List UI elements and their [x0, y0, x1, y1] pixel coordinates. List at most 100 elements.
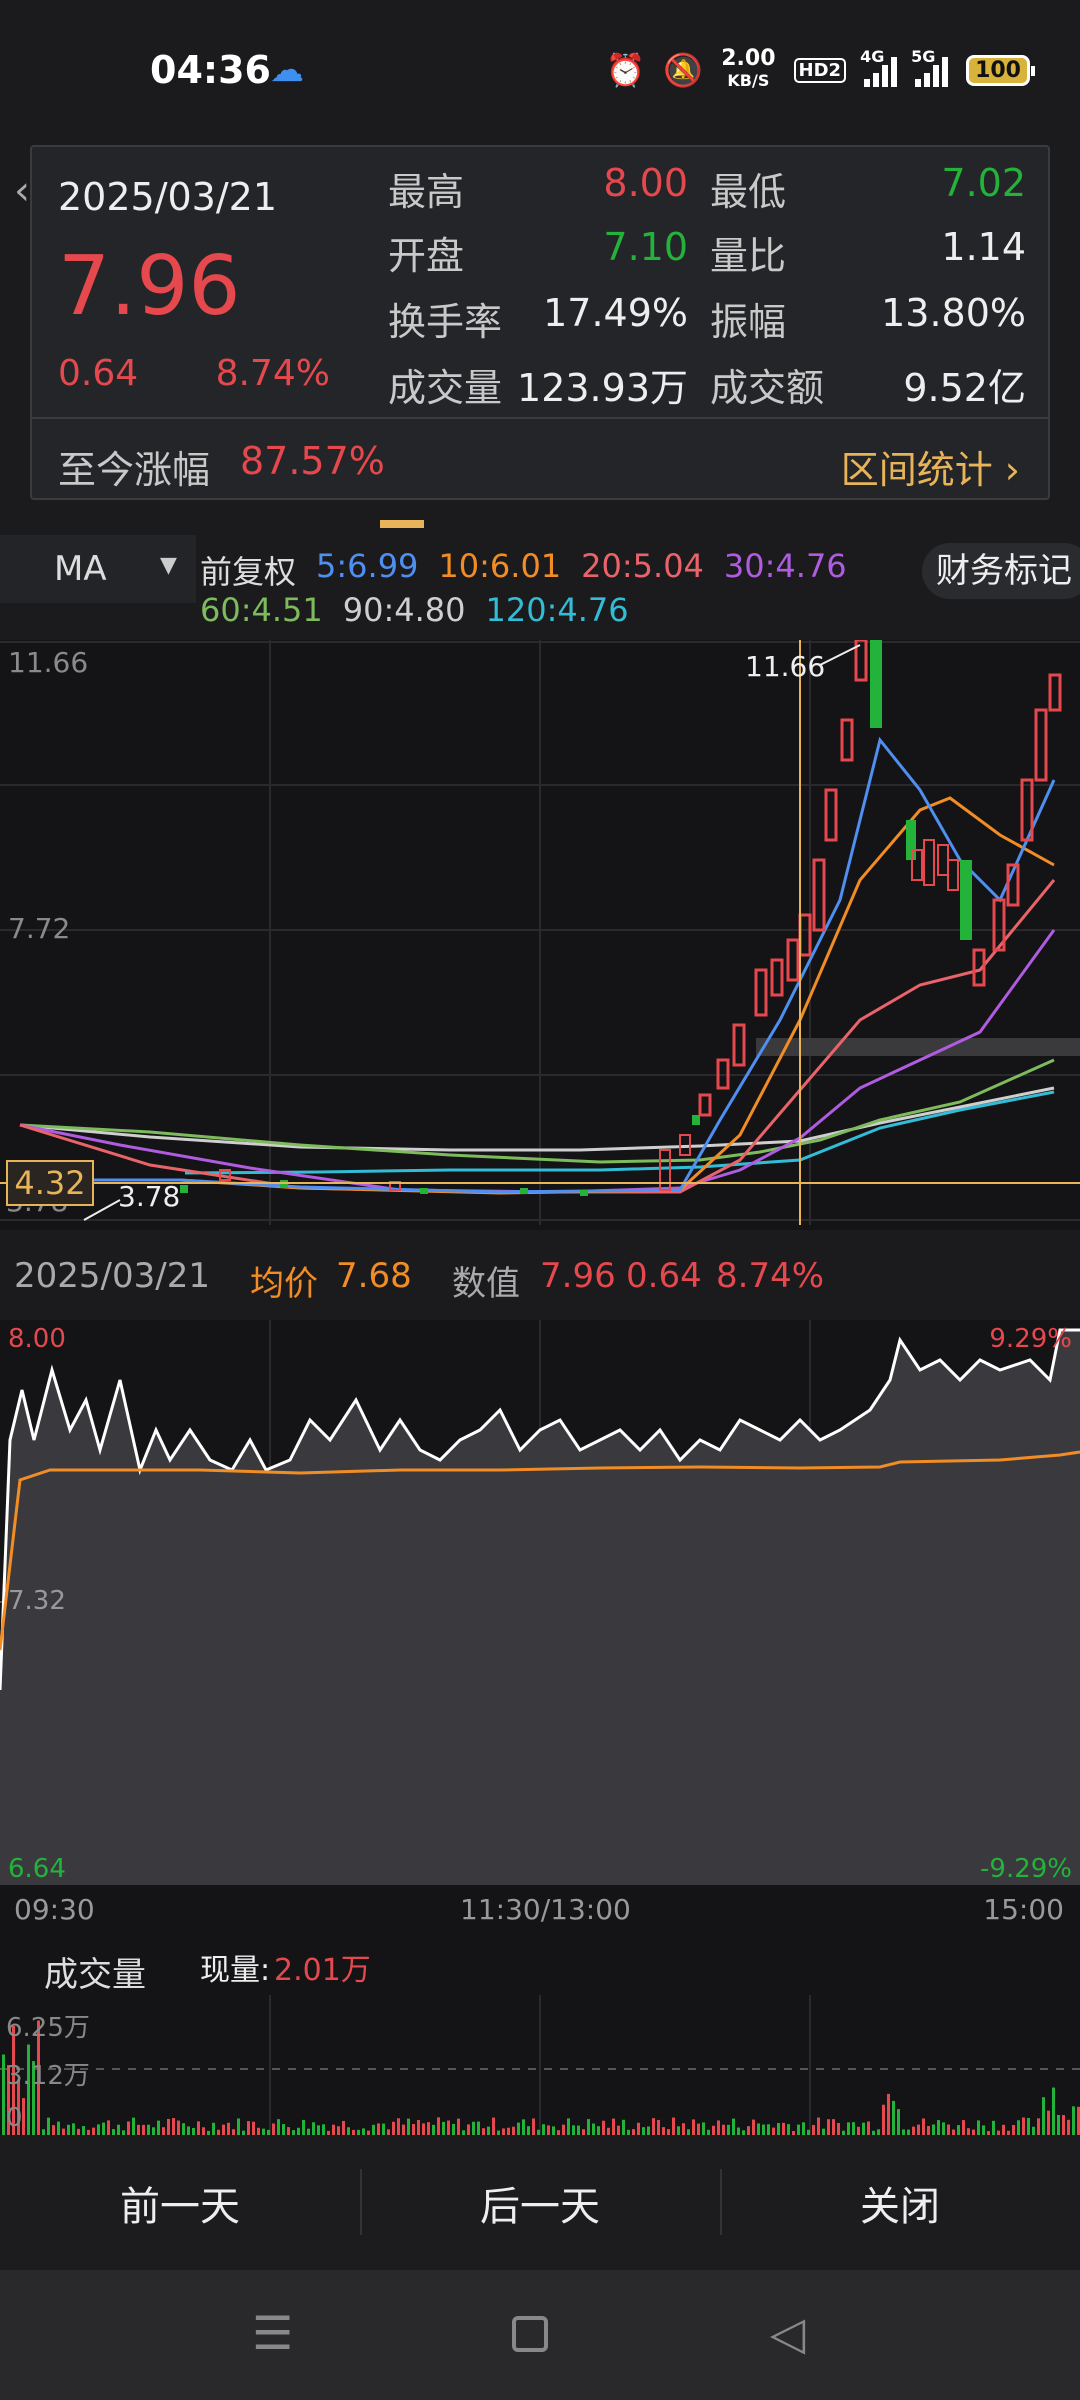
candle	[732, 1023, 746, 1067]
volume-bar	[152, 2127, 155, 2135]
intraday-y-bottom: 6.64	[8, 1854, 66, 1884]
volume-bar	[402, 2124, 405, 2135]
system-nav-bar: ☰ ◁	[0, 2270, 1080, 2400]
volume-bar	[992, 2120, 995, 2135]
ma-values-line2: 60:4.51 90:4.80 120:4.76	[200, 591, 629, 629]
candle	[923, 839, 935, 886]
volume-bar	[47, 2117, 50, 2135]
volume-bar	[612, 2118, 615, 2135]
cloud-icon: ☁	[270, 50, 304, 90]
candle	[992, 898, 1006, 952]
kline-high-marker: 11.66	[745, 650, 826, 683]
ma20-value: 20:5.04	[581, 547, 704, 585]
volume-bar	[947, 2124, 950, 2135]
volume-bar	[962, 2120, 965, 2135]
candle	[972, 948, 986, 987]
volume-label: 成交量	[44, 1955, 146, 1995]
volume-bar	[857, 2126, 860, 2135]
volume-bar	[957, 2125, 960, 2135]
volume-bar	[1042, 2097, 1045, 2135]
close-button[interactable]: 关闭	[720, 2135, 1080, 2270]
volume-bar	[1032, 2126, 1035, 2135]
volume-bar	[257, 2127, 260, 2135]
ma90-value: 90:4.80	[342, 591, 466, 629]
kline-chart[interactable]: 11.66 7.72 3.78 4.32 11.66 3.78	[0, 640, 1080, 1225]
volume-bar	[682, 2123, 685, 2135]
volume-bar	[577, 2125, 580, 2135]
volume-bar	[802, 2122, 805, 2135]
volume-bar	[1057, 2114, 1060, 2135]
volume-bar	[647, 2126, 650, 2135]
volume-bar	[837, 2123, 840, 2135]
volume-bar	[377, 2123, 380, 2135]
alarm-icon: ⏰	[605, 51, 646, 89]
volume-bar	[277, 2119, 280, 2135]
ma-values-line1: 前复权 5:6.99 10:6.01 20:5.04 30:4.76	[200, 547, 847, 593]
intraday-svg	[0, 1320, 1080, 1885]
current-volume-value: 2.01万	[274, 1953, 371, 1988]
high-value: 8.00	[603, 161, 688, 205]
interval-stats-link[interactable]: 区间统计 ›	[841, 439, 1020, 494]
turnover-label: 换手率	[388, 300, 503, 344]
volume-bar	[302, 2119, 305, 2135]
volume-bar	[52, 2125, 55, 2135]
mute-icon: 🔕	[663, 51, 704, 89]
menu-icon[interactable]: ☰	[252, 2306, 293, 2360]
intraday-chart[interactable]: 8.00 9.29% 7.32 6.64 -9.29%	[0, 1320, 1080, 1885]
volume-bar	[212, 2122, 215, 2135]
next-day-button[interactable]: 后一天	[360, 2135, 720, 2270]
avg-price-label: 均价	[250, 1264, 318, 1304]
volume-bar	[97, 2124, 100, 2135]
volume-bar	[127, 2121, 130, 2135]
volume-bar	[702, 2122, 705, 2135]
volume-bar	[722, 2124, 725, 2135]
adjust-mode[interactable]: 前复权	[200, 547, 296, 593]
since-change-label: 至今涨幅	[58, 448, 211, 492]
volume-bar	[92, 2127, 95, 2135]
intraday-y-top-pct: 9.29%	[989, 1324, 1072, 1354]
volume-chart[interactable]: 6.25万 3.12万 0	[0, 1995, 1080, 2135]
volume-bar	[67, 2124, 70, 2135]
volume-bar	[982, 2125, 985, 2135]
volume-bar	[932, 2124, 935, 2135]
volume-bar	[452, 2123, 455, 2135]
volume-bar	[412, 2124, 415, 2135]
volume-bar	[672, 2117, 675, 2135]
volume-bar	[442, 2121, 445, 2135]
volume-bar	[162, 2127, 165, 2135]
volume-bar	[597, 2126, 600, 2135]
volume-bar	[882, 2104, 885, 2135]
volume-bar	[437, 2117, 440, 2135]
volume-bar	[887, 2093, 890, 2135]
ma-indicator-row: MA ▼ 前复权 5:6.99 10:6.01 20:5.04 30:4.76 …	[0, 535, 1080, 640]
candle	[1034, 708, 1048, 782]
back-nav-icon[interactable]: ◁	[770, 2306, 805, 2360]
vol-ratio-label: 量比	[710, 234, 787, 278]
volume-bar	[567, 2118, 570, 2135]
candle	[580, 1190, 588, 1196]
kline-y-mid: 7.72	[8, 912, 71, 945]
prev-day-button[interactable]: 前一天	[0, 2135, 360, 2270]
volume-bar	[762, 2124, 765, 2135]
volume-bar	[977, 2120, 980, 2135]
home-icon[interactable]	[512, 2316, 548, 2352]
volume-bar	[542, 2124, 545, 2135]
volume-bar	[227, 2122, 230, 2135]
status-time: 04:36	[150, 48, 271, 92]
financial-mark-button[interactable]: 财务标记	[922, 543, 1080, 599]
volume-bar	[727, 2124, 730, 2135]
volume-bar	[517, 2122, 520, 2135]
volume-bar	[282, 2124, 285, 2135]
volume-y-top: 6.25万	[6, 2013, 90, 2043]
indicator-selector[interactable]: MA ▼	[0, 535, 196, 603]
back-icon[interactable]: ‹	[14, 168, 30, 214]
volume-bar	[712, 2125, 715, 2135]
low-value: 7.02	[941, 161, 1026, 205]
volume-bar	[312, 2122, 315, 2135]
volume-bar	[552, 2126, 555, 2135]
volume-bar	[447, 2120, 450, 2135]
volume-bar	[617, 2125, 620, 2135]
volume-bar	[137, 2124, 140, 2135]
volume-bar	[172, 2118, 175, 2135]
volume-bar	[1062, 2115, 1065, 2135]
